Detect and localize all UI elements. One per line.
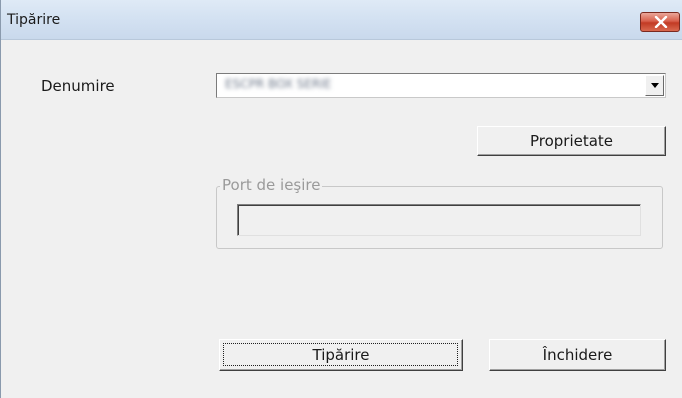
chevron-down-icon bbox=[651, 83, 659, 88]
printer-select-value: ESCPR BOX SERIE bbox=[225, 77, 332, 91]
printer-select[interactable]: ESCPR BOX SERIE bbox=[216, 73, 666, 98]
output-port-field bbox=[237, 204, 641, 236]
close-button-label: Închidere bbox=[542, 346, 613, 364]
title-bar: Tipărire bbox=[1, 0, 682, 40]
window-title: Tipărire bbox=[7, 12, 61, 28]
close-button[interactable]: Închidere bbox=[489, 339, 666, 371]
output-port-group-label: Port de ieşire bbox=[220, 176, 323, 194]
window-close-button[interactable] bbox=[640, 12, 680, 32]
printer-select-dropdown-button[interactable] bbox=[645, 75, 664, 96]
print-button-label: Tipărire bbox=[312, 346, 370, 364]
properties-button-label: Proprietate bbox=[529, 132, 614, 150]
close-icon bbox=[654, 16, 668, 28]
print-dialog: Tipărire Denumire ESCPR BOX SERIE Propri… bbox=[0, 0, 682, 398]
print-button[interactable]: Tipărire bbox=[219, 339, 463, 371]
printer-name-label: Denumire bbox=[41, 77, 115, 95]
properties-button[interactable]: Proprietate bbox=[477, 126, 666, 156]
